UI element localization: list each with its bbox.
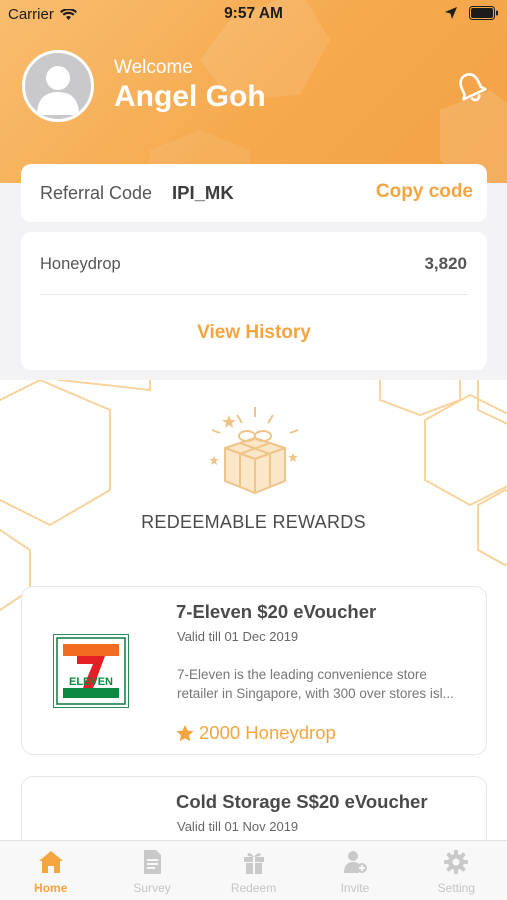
referral-code: IPI_MK bbox=[172, 182, 234, 203]
tab-setting[interactable]: Setting bbox=[406, 841, 507, 900]
reward-title: Cold Storage S$20 eVoucher bbox=[176, 791, 428, 812]
tab-survey[interactable]: Survey bbox=[101, 841, 202, 900]
reward-description-line: retailer in Singapore, with 300 over sto… bbox=[177, 686, 454, 701]
rewards-title: REDEEMABLE REWARDS bbox=[141, 512, 366, 532]
reward-points-label: 2000 Honeydrop bbox=[199, 722, 336, 743]
tab-home[interactable]: Home bbox=[0, 841, 101, 900]
user-placeholder-icon bbox=[37, 66, 79, 115]
seven-eleven-logo: ELEVEN bbox=[53, 634, 129, 708]
tab-label: Survey bbox=[133, 881, 171, 895]
bell-icon[interactable] bbox=[454, 70, 488, 104]
reward-validity: Valid till 01 Dec 2019 bbox=[177, 629, 299, 644]
reward-validity: Valid till 01 Nov 2019 bbox=[177, 819, 299, 834]
tab-label: Home bbox=[34, 881, 68, 895]
document-icon bbox=[144, 850, 162, 874]
star-icon bbox=[176, 724, 194, 741]
logo-text: ELEVEN bbox=[69, 676, 113, 688]
home-icon bbox=[38, 851, 63, 873]
battery-icon bbox=[469, 6, 498, 20]
copy-code-button[interactable]: Copy code bbox=[376, 181, 473, 203]
avatar[interactable] bbox=[22, 50, 94, 122]
reward-points: 2000 Honeydrop bbox=[176, 722, 336, 744]
gift-box-icon bbox=[209, 407, 299, 494]
tab-invite[interactable]: Invite bbox=[304, 841, 405, 900]
tab-bar: Home Survey Redeem Invite Setting bbox=[0, 840, 507, 900]
reward-description: 7-Eleven is the leading convenience stor… bbox=[177, 665, 477, 703]
reward-card[interactable]: ELEVEN 7-Eleven $20 eVoucher Valid till … bbox=[21, 586, 487, 755]
reward-description-line: 7-Eleven is the leading convenience stor… bbox=[177, 667, 427, 682]
profile-header: Carrier 9:57 AM Welcome Angel Goh bbox=[0, 0, 507, 183]
tab-label: Invite bbox=[340, 881, 370, 895]
welcome-text: Welcome bbox=[114, 57, 193, 78]
tab-redeem[interactable]: Redeem bbox=[203, 841, 304, 900]
tab-label: Redeem bbox=[230, 881, 277, 895]
status-time: 9:57 AM bbox=[224, 5, 283, 22]
status-bar: Carrier 9:57 AM bbox=[0, 0, 507, 30]
referral-label: Referral Code bbox=[40, 183, 153, 203]
honeydrop-label: Honeydrop bbox=[40, 255, 121, 273]
gear-icon bbox=[444, 850, 469, 874]
user-name: Angel Goh bbox=[114, 80, 266, 113]
honeydrop-value: 3,820 bbox=[424, 254, 467, 273]
tab-label: Setting bbox=[437, 881, 475, 895]
view-history-button[interactable]: View History bbox=[21, 322, 487, 344]
honeydrop-card: Honeydrop 3,820 View History bbox=[21, 232, 487, 370]
gift-icon bbox=[243, 853, 264, 874]
referral-card: Referral Code IPI_MK Copy code bbox=[21, 164, 487, 222]
divider bbox=[40, 294, 468, 295]
user-add-icon bbox=[343, 851, 367, 873]
reward-title: 7-Eleven $20 eVoucher bbox=[176, 601, 377, 622]
location-arrow-icon bbox=[445, 7, 457, 19]
